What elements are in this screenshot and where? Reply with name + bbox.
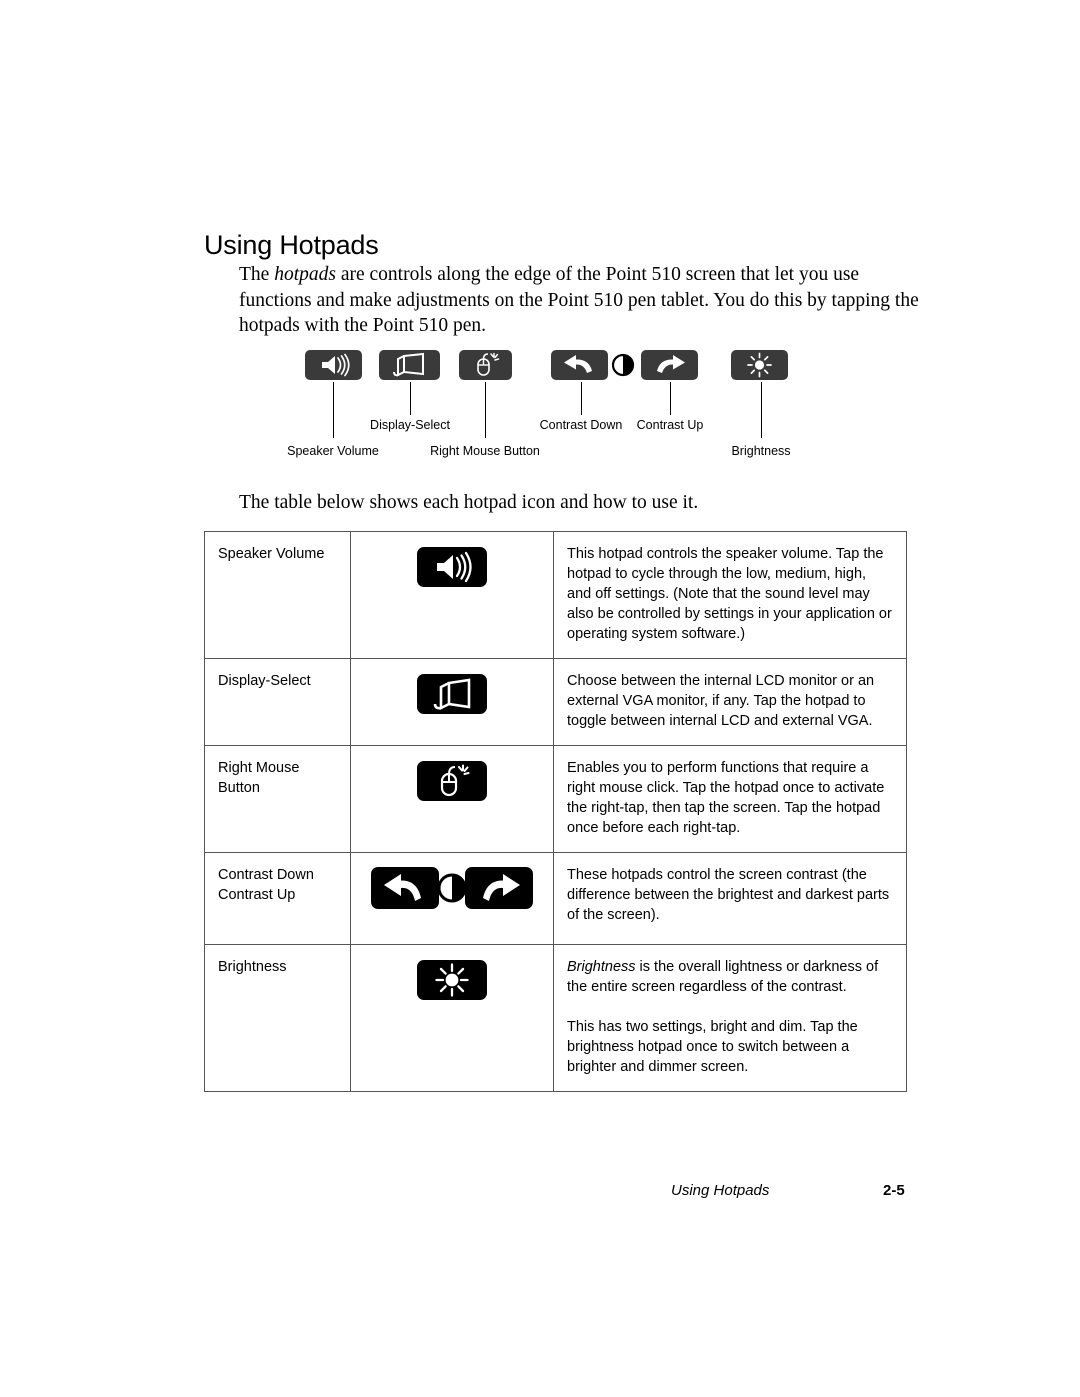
diagram-label-speaker-volume: Speaker Volume: [287, 444, 379, 458]
table-row: Right Mouse Button Enables you to perfor…: [204, 745, 907, 853]
leader-line-speaker-volume: [333, 382, 334, 438]
table-cell-name: Contrast Down Contrast Up: [204, 852, 351, 945]
row-label-line1: Contrast Down: [218, 867, 314, 883]
table-contrast-globe: [437, 871, 467, 905]
table-row: Brightness Brightness is the overall lig…: [204, 944, 907, 1092]
diagram-label-display-select: Display-Select: [370, 418, 450, 432]
diagram-pad-right-mouse-button[interactable]: [459, 350, 512, 380]
diagram-pad-brightness[interactable]: [731, 350, 788, 380]
mouse-click-icon: [440, 764, 470, 797]
table-cell-name: Brightness: [204, 944, 351, 1092]
row-label-brightness: Brightness: [218, 959, 287, 975]
diagram-pad-contrast-down[interactable]: [551, 350, 608, 380]
row-description-contrast: These hotpads control the screen contras…: [567, 867, 890, 923]
intro-text-pre: The: [239, 264, 275, 285]
table-pad-display-select[interactable]: [417, 674, 487, 714]
row-label-speaker-volume: Speaker Volume: [218, 546, 325, 562]
diagram-pad-speaker-volume[interactable]: [305, 350, 362, 380]
leader-line-contrast-down: [581, 382, 582, 415]
monitor-icon: [393, 352, 424, 377]
monitor-icon: [433, 678, 471, 711]
table-row: Display-Select Choose between the intern…: [204, 658, 907, 746]
sun-icon: [435, 963, 469, 997]
table-cell-description: Brightness is the overall lightness or d…: [553, 944, 907, 1092]
row-description-right-mouse-button: Enables you to perform functions that re…: [567, 760, 885, 836]
table-cell-description: Enables you to perform functions that re…: [553, 745, 907, 853]
table-row: Speaker Volume This hotpad controls the …: [204, 531, 907, 659]
page-footer: Using Hotpads 2-5: [204, 1182, 906, 1204]
row-label-right-mouse-button: Right Mouse Button: [205, 746, 350, 812]
table-pad-speaker-volume[interactable]: [417, 547, 487, 587]
leader-line-right-mouse-button: [485, 382, 486, 438]
row-label-line2: Contrast Up: [218, 887, 296, 903]
diagram-label-contrast-up: Contrast Up: [636, 418, 704, 432]
footer-title: Using Hotpads: [671, 1182, 770, 1199]
row-label-line2: Button: [218, 780, 260, 796]
arrow-curve-up-left-icon: [384, 874, 421, 901]
row-label-line1: Right Mouse: [218, 760, 300, 776]
table-pad-brightness[interactable]: [417, 960, 487, 1000]
table-cell-icon: [350, 658, 554, 746]
intro-paragraph: The hotpads are controls along the edge …: [239, 262, 919, 339]
brightness-paragraph-1: Brightness is the overall lightness or d…: [567, 957, 894, 997]
row-label-display-select: Display-Select: [218, 673, 311, 689]
table-cell-name: Display-Select: [204, 658, 351, 746]
row-description-brightness: Brightness is the overall lightness or d…: [554, 945, 906, 1091]
diagram-label-right-mouse-button: Right Mouse Button: [430, 444, 540, 458]
diagram-pad-contrast-up[interactable]: [641, 350, 698, 380]
arrow-curve-up-right-icon: [483, 874, 520, 901]
sun-icon: [747, 352, 772, 378]
table-cell-icon: [350, 531, 554, 659]
table-cell-icon: [350, 944, 554, 1092]
leader-line-display-select: [410, 382, 411, 415]
document-page: Using Hotpads The hotpads are controls a…: [0, 0, 1080, 1397]
table-cell-icon: [350, 745, 554, 853]
table-cell-name: Speaker Volume: [204, 531, 351, 659]
diagram-label-contrast-down: Contrast Down: [539, 418, 623, 432]
page-title: Using Hotpads: [204, 230, 379, 261]
table-pad-contrast-down[interactable]: [371, 867, 439, 909]
diagram-pad-display-select[interactable]: [379, 350, 440, 380]
table-cell-description: Choose between the internal LCD monitor …: [553, 658, 907, 746]
table-row: Contrast Down Contrast Up These hotpads …: [204, 852, 907, 945]
diagram-label-brightness: Brightness: [731, 444, 791, 458]
arrow-curve-up-left-icon: [564, 355, 592, 373]
table-pad-contrast-up[interactable]: [465, 867, 533, 909]
brightness-emphasis: Brightness: [567, 959, 636, 975]
row-description-speaker-volume: This hotpad controls the speaker volume.…: [567, 546, 892, 642]
hotpad-reference-table: Speaker Volume This hotpad controls the …: [204, 531, 907, 1092]
intro-text-post: are controls along the edge of the Point…: [239, 264, 919, 336]
mouse-click-icon: [477, 352, 500, 376]
leader-line-contrast-up: [670, 382, 671, 415]
diagram-contrast-globe: [611, 353, 635, 377]
leader-line-brightness: [761, 382, 762, 438]
arrow-curve-up-right-icon: [657, 355, 685, 373]
table-intro-paragraph: The table below shows each hotpad icon a…: [239, 492, 699, 513]
speaker-icon: [322, 353, 350, 377]
table-cell-description: These hotpads control the screen contras…: [553, 852, 907, 945]
intro-text-emphasis: hotpads: [274, 264, 336, 285]
table-cell-name: Right Mouse Button: [204, 745, 351, 853]
table-cell-description: This hotpad controls the speaker volume.…: [553, 531, 907, 659]
table-cell-icon: [350, 852, 554, 945]
table-pad-right-mouse-button[interactable]: [417, 761, 487, 801]
row-description-display-select: Choose between the internal LCD monitor …: [567, 673, 875, 729]
half-filled-circle-icon: [611, 353, 635, 377]
row-label-contrast: Contrast Down Contrast Up: [205, 853, 350, 919]
brightness-paragraph-2: This has two settings, bright and dim. T…: [567, 1019, 858, 1075]
half-filled-circle-icon: [437, 873, 467, 903]
speaker-icon: [437, 551, 472, 583]
footer-page-number: 2-5: [883, 1182, 905, 1199]
